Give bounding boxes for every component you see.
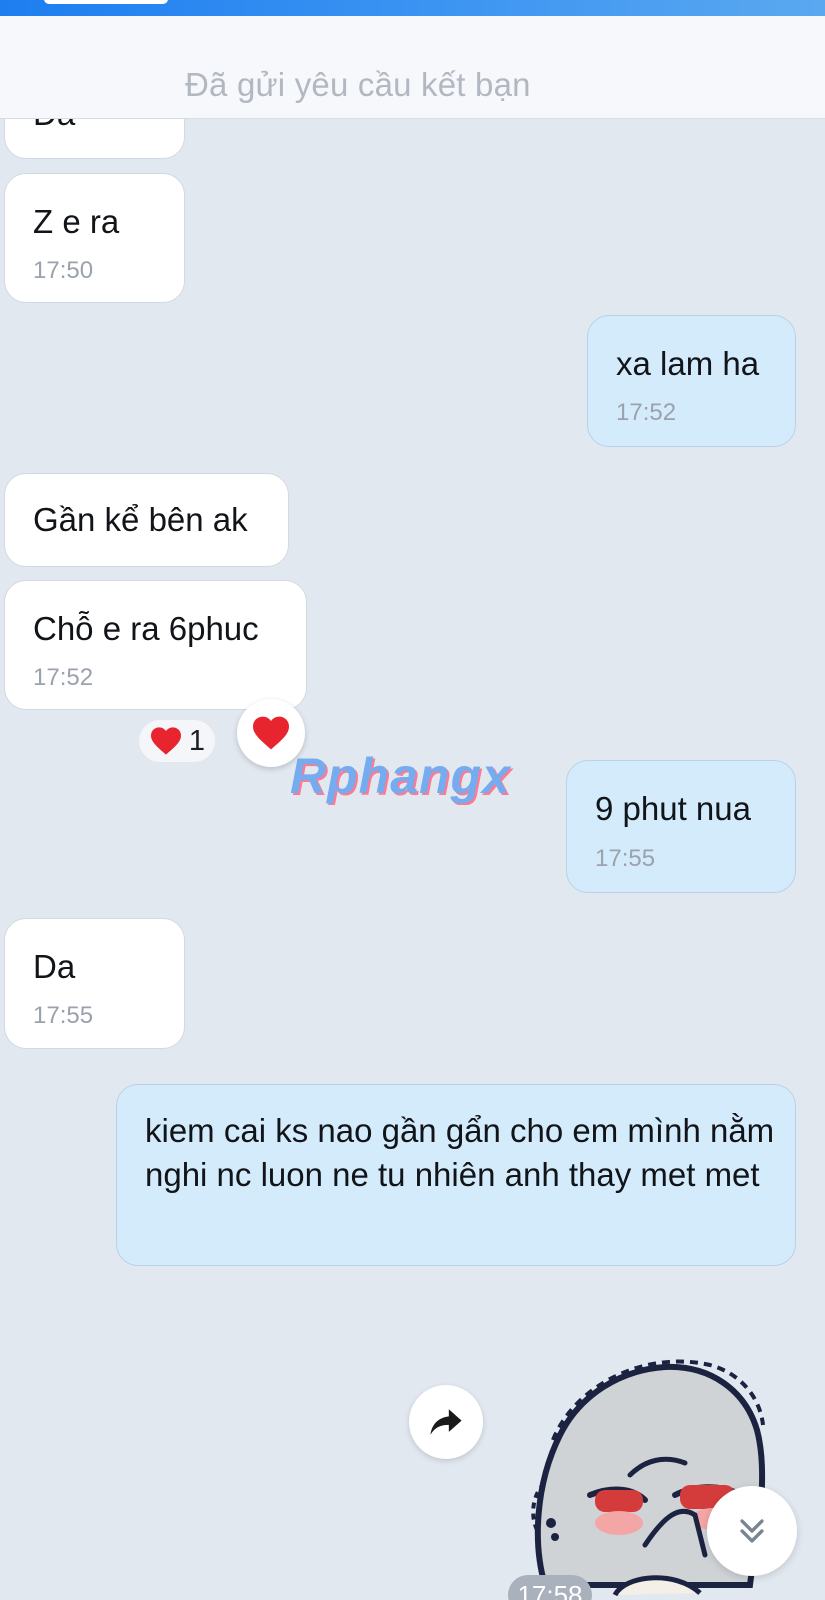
reaction-count: 1: [188, 724, 206, 757]
message-bubble[interactable]: kiem cai ks nao gần gẩn cho em mình nằm …: [116, 1084, 796, 1266]
reaction-summary[interactable]: 1: [138, 719, 216, 763]
message-time: 17:50: [33, 257, 94, 284]
message-text: Da: [33, 119, 75, 136]
message-text: xa lam ha: [616, 345, 760, 382]
message-bubble[interactable]: Da: [4, 119, 185, 159]
scroll-to-bottom-button[interactable]: [707, 1486, 797, 1576]
heart-icon: [253, 716, 289, 750]
message-bubble[interactable]: 9 phut nua 17:55: [566, 760, 796, 893]
sticker-time: 17:58: [508, 1575, 592, 1600]
message-time: 17:55: [33, 1002, 94, 1029]
message-text: 9 phut nua: [595, 790, 751, 827]
message-bubble[interactable]: Chỗ e ra 6phuc 17:52: [4, 580, 307, 710]
friend-request-banner: Đã gửi yêu cầu kết bạn: [0, 16, 825, 119]
message-list[interactable]: Da Z e ra 17:50 xa lam ha 17:52 Gần kể b…: [0, 119, 825, 1600]
header-pill: [44, 0, 168, 4]
message-text: Z e ra: [33, 203, 120, 240]
status-header-bar: [0, 0, 825, 16]
heart-icon: [150, 727, 181, 755]
message-bubble[interactable]: Da 17:55: [4, 918, 185, 1049]
message-bubble[interactable]: Z e ra 17:50: [4, 173, 185, 303]
message-text: kiem cai ks nao gần gẩn cho em mình nằm …: [145, 1112, 775, 1193]
message-text: Gần kể bên ak: [33, 501, 248, 538]
forward-arrow-icon: [430, 1409, 462, 1435]
watermark-logo: Rphangx: [290, 748, 511, 804]
message-bubble[interactable]: Gần kể bên ak: [4, 473, 289, 567]
message-bubble[interactable]: xa lam ha 17:52: [587, 315, 796, 447]
message-text: Chỗ e ra 6phuc: [33, 610, 259, 647]
message-text: Da: [33, 948, 76, 985]
forward-button[interactable]: [409, 1385, 483, 1459]
double-chevron-down-icon: [740, 1519, 764, 1543]
message-time: 17:55: [595, 845, 656, 872]
friend-request-status: Đã gửi yêu cầu kết bạn: [185, 66, 531, 103]
message-time: 17:52: [33, 664, 94, 691]
message-time: 17:52: [616, 399, 677, 426]
